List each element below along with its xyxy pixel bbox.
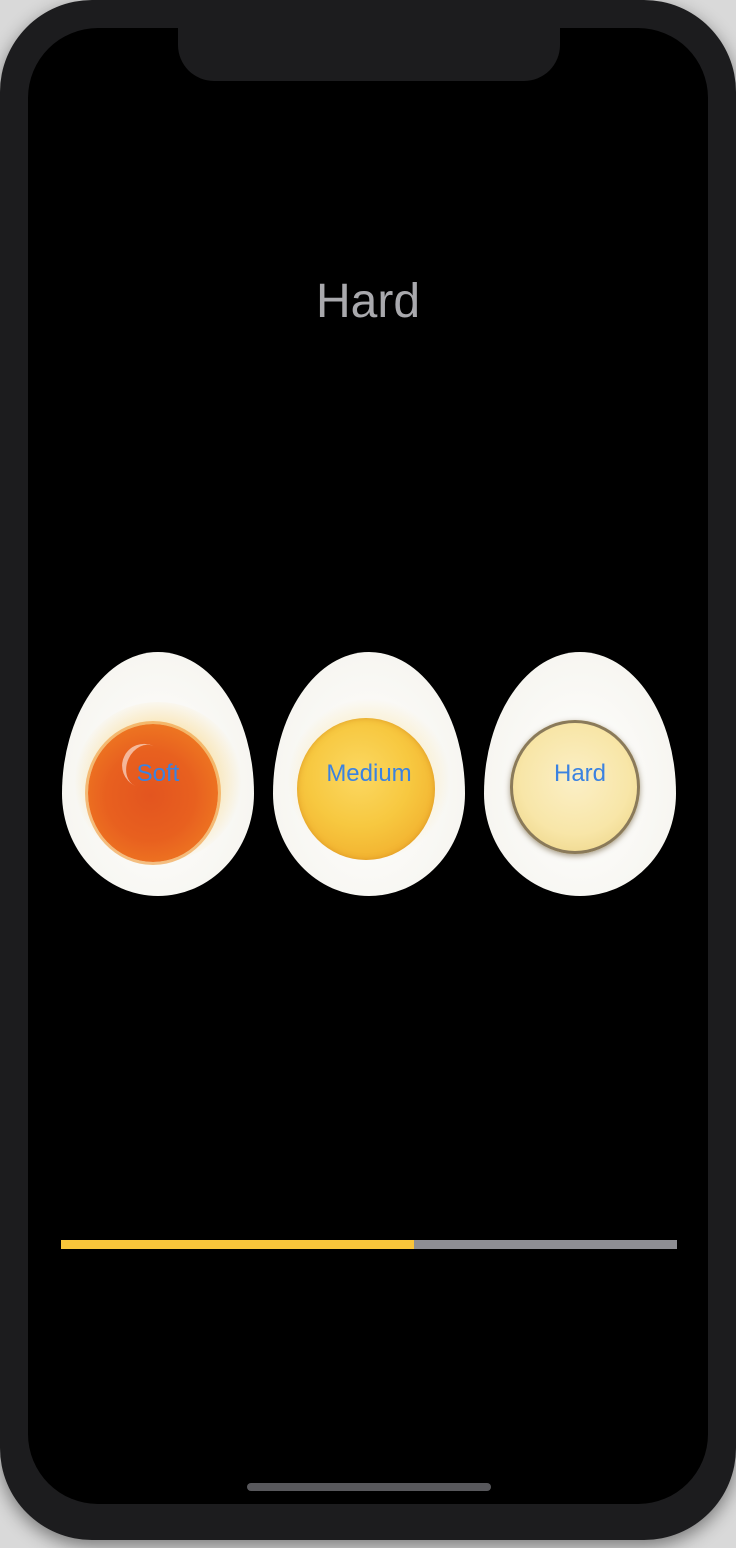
hard-egg-button[interactable]: Hard xyxy=(484,652,676,896)
notch xyxy=(178,28,560,81)
hard-button-label: Hard xyxy=(553,760,607,787)
device-frame: Hard Soft Medium Hard xyxy=(0,0,736,1540)
medium-yolk xyxy=(297,718,435,860)
progress-bar-fill xyxy=(61,1240,414,1249)
app-screen: Hard Soft Medium Hard xyxy=(28,28,708,1504)
soft-button-label: Soft xyxy=(136,760,180,787)
soft-egg-button[interactable]: Soft xyxy=(62,652,254,896)
progress-bar xyxy=(61,1240,677,1249)
medium-egg-button[interactable]: Medium xyxy=(273,652,465,896)
home-indicator[interactable] xyxy=(247,1483,491,1491)
medium-button-label: Medium xyxy=(326,760,412,787)
soft-yolk xyxy=(88,724,218,862)
title-label: Hard xyxy=(315,275,421,328)
